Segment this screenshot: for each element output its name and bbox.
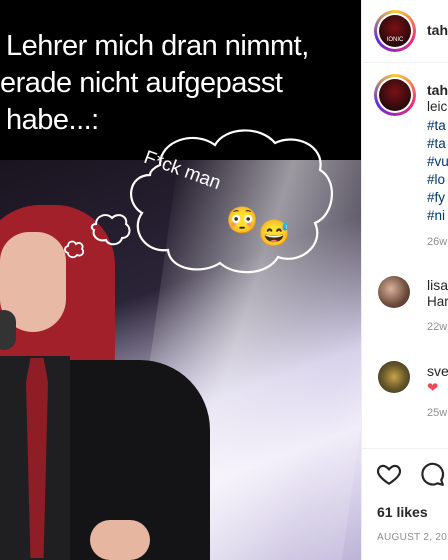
post-sidebar: IONIC tah tah leic #ta #ta #vu #lo #fy #… [361, 0, 448, 560]
comment-time: 22w [427, 321, 448, 333]
owner-comment-time: 26w [427, 236, 448, 248]
author-avatar[interactable]: IONIC [374, 10, 416, 52]
owner-comment-avatar[interactable] [374, 74, 416, 116]
likes-count[interactable]: 61 likes [377, 504, 428, 520]
hashtag-5[interactable]: #fy [427, 189, 445, 207]
sweat-smile-emoji: 😅 [258, 218, 291, 248]
hashtag-2[interactable]: #ta [427, 135, 446, 153]
comment-text: ❤ [427, 380, 439, 395]
hashtag-3[interactable]: #vu [427, 153, 448, 171]
post-date: AUGUST 2, 202 [377, 532, 448, 543]
heart-outline-icon[interactable] [376, 461, 402, 487]
flushed-face-emoji: 😳 [226, 205, 259, 235]
post-media[interactable]: Lehrer mich dran nimmt, erade nicht aufg… [0, 0, 361, 560]
thought-bubble-medium [90, 214, 131, 246]
hashtag-4[interactable]: #lo [427, 171, 445, 189]
caption-line-1: Lehrer mich dran nimmt, [6, 30, 309, 62]
owner-comment-line-1: leic [427, 99, 448, 114]
meme-caption: Lehrer mich dran nimmt, erade nicht aufg… [0, 28, 361, 139]
caption-line-2: erade nicht aufgepasst [0, 67, 283, 99]
comment-bubble-icon[interactable] [419, 461, 445, 487]
header-divider [362, 62, 448, 63]
instagram-post-view: Lehrer mich dran nimmt, erade nicht aufg… [0, 0, 448, 560]
comment-avatar[interactable] [378, 361, 410, 393]
hashtag-6[interactable]: #ni [427, 207, 445, 225]
comment-text: Har [427, 294, 448, 309]
actions-divider [362, 448, 448, 449]
performer-hand [90, 520, 150, 560]
microphone [0, 310, 16, 350]
owner-comment-username[interactable]: tah [427, 82, 448, 98]
header-username[interactable]: tah [427, 22, 448, 38]
thought-bubble-small [64, 240, 85, 259]
comment-username[interactable]: lisa [427, 277, 448, 293]
comment-time: 25w [427, 407, 448, 419]
comment-avatar[interactable] [378, 276, 410, 308]
avatar-mini-text: IONIC [386, 37, 404, 43]
hashtag-1[interactable]: #ta [427, 117, 446, 135]
comment-username[interactable]: sve [427, 363, 448, 379]
